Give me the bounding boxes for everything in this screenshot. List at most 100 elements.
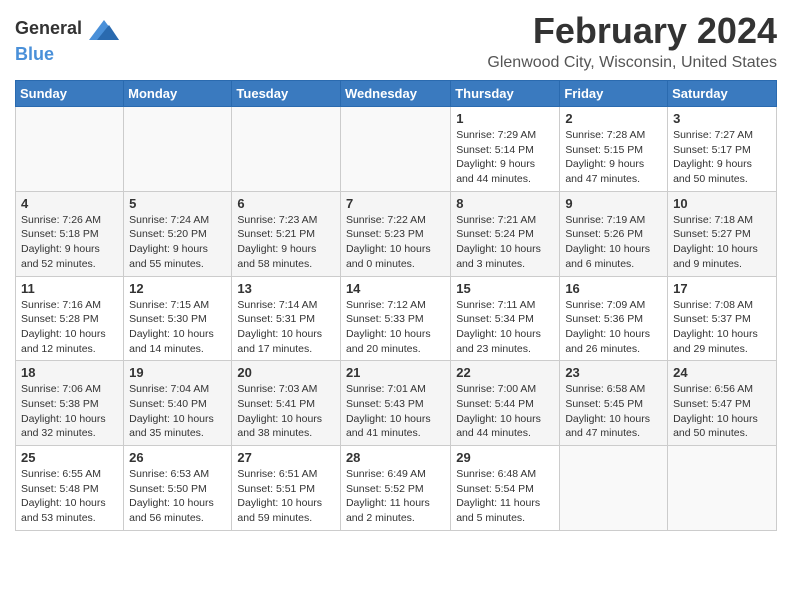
calendar-cell: 4 Sunrise: 7:26 AM Sunset: 5:18 PM Daylig…: [16, 191, 124, 276]
calendar-cell: 19 Sunrise: 7:04 AM Sunset: 5:40 PM Dayli…: [124, 361, 232, 446]
day-info: Sunrise: 6:49 AM Sunset: 5:52 PM Dayligh…: [346, 467, 445, 526]
day-number: 9: [565, 196, 662, 211]
day-number: 10: [673, 196, 771, 211]
day-number: 17: [673, 281, 771, 296]
calendar-cell: 16 Sunrise: 7:09 AM Sunset: 5:36 PM Dayli…: [560, 276, 668, 361]
day-info: Sunrise: 6:53 AM Sunset: 5:50 PM Dayligh…: [129, 467, 226, 526]
calendar-cell: 23 Sunrise: 6:58 AM Sunset: 5:45 PM Dayli…: [560, 361, 668, 446]
day-info: Sunrise: 6:55 AM Sunset: 5:48 PM Dayligh…: [21, 467, 118, 526]
day-number: 25: [21, 450, 118, 465]
calendar-week-row: 25 Sunrise: 6:55 AM Sunset: 5:48 PM Dayli…: [16, 446, 777, 531]
day-number: 19: [129, 365, 226, 380]
day-info: Sunrise: 7:22 AM Sunset: 5:23 PM Dayligh…: [346, 213, 445, 272]
calendar-cell: 15 Sunrise: 7:11 AM Sunset: 5:34 PM Dayli…: [451, 276, 560, 361]
weekday-header-tuesday: Tuesday: [232, 81, 341, 107]
calendar-cell: 17 Sunrise: 7:08 AM Sunset: 5:37 PM Dayli…: [668, 276, 777, 361]
calendar-cell: 27 Sunrise: 6:51 AM Sunset: 5:51 PM Dayli…: [232, 446, 341, 531]
location-title: Glenwood City, Wisconsin, United States: [487, 54, 777, 72]
calendar-cell: 21 Sunrise: 7:01 AM Sunset: 5:43 PM Dayli…: [340, 361, 450, 446]
day-number: 21: [346, 365, 445, 380]
calendar-cell: 14 Sunrise: 7:12 AM Sunset: 5:33 PM Dayli…: [340, 276, 450, 361]
calendar-cell: [124, 107, 232, 192]
day-info: Sunrise: 7:27 AM Sunset: 5:17 PM Dayligh…: [673, 128, 771, 187]
calendar-cell: 8 Sunrise: 7:21 AM Sunset: 5:24 PM Daylig…: [451, 191, 560, 276]
calendar-table: SundayMondayTuesdayWednesdayThursdayFrid…: [15, 80, 777, 531]
calendar-cell: 5 Sunrise: 7:24 AM Sunset: 5:20 PM Daylig…: [124, 191, 232, 276]
calendar-cell: 25 Sunrise: 6:55 AM Sunset: 5:48 PM Dayli…: [16, 446, 124, 531]
day-number: 16: [565, 281, 662, 296]
day-info: Sunrise: 7:01 AM Sunset: 5:43 PM Dayligh…: [346, 382, 445, 441]
day-info: Sunrise: 7:26 AM Sunset: 5:18 PM Dayligh…: [21, 213, 118, 272]
day-number: 12: [129, 281, 226, 296]
day-number: 14: [346, 281, 445, 296]
day-info: Sunrise: 7:23 AM Sunset: 5:21 PM Dayligh…: [237, 213, 335, 272]
calendar-cell: 6 Sunrise: 7:23 AM Sunset: 5:21 PM Daylig…: [232, 191, 341, 276]
day-info: Sunrise: 7:12 AM Sunset: 5:33 PM Dayligh…: [346, 298, 445, 357]
day-info: Sunrise: 7:18 AM Sunset: 5:27 PM Dayligh…: [673, 213, 771, 272]
day-info: Sunrise: 7:09 AM Sunset: 5:36 PM Dayligh…: [565, 298, 662, 357]
day-info: Sunrise: 7:00 AM Sunset: 5:44 PM Dayligh…: [456, 382, 554, 441]
day-number: 18: [21, 365, 118, 380]
calendar-cell: 2Sunrise: 7:28 AM Sunset: 5:15 PM Daylig…: [560, 107, 668, 192]
day-number: 4: [21, 196, 118, 211]
day-info: Sunrise: 7:16 AM Sunset: 5:28 PM Dayligh…: [21, 298, 118, 357]
day-info: Sunrise: 6:58 AM Sunset: 5:45 PM Dayligh…: [565, 382, 662, 441]
logo: General Blue: [15, 15, 119, 65]
day-number: 28: [346, 450, 445, 465]
day-info: Sunrise: 7:11 AM Sunset: 5:34 PM Dayligh…: [456, 298, 554, 357]
calendar-cell: 28 Sunrise: 6:49 AM Sunset: 5:52 PM Dayli…: [340, 446, 450, 531]
day-number: 27: [237, 450, 335, 465]
day-number: 5: [129, 196, 226, 211]
calendar-week-row: 18 Sunrise: 7:06 AM Sunset: 5:38 PM Dayli…: [16, 361, 777, 446]
day-number: 7: [346, 196, 445, 211]
calendar-cell: 13 Sunrise: 7:14 AM Sunset: 5:31 PM Dayli…: [232, 276, 341, 361]
calendar-cell: 1Sunrise: 7:29 AM Sunset: 5:14 PM Daylig…: [451, 107, 560, 192]
day-number: 13: [237, 281, 335, 296]
calendar-cell: 20 Sunrise: 7:03 AM Sunset: 5:41 PM Dayli…: [232, 361, 341, 446]
weekday-header-monday: Monday: [124, 81, 232, 107]
calendar-cell: 3Sunrise: 7:27 AM Sunset: 5:17 PM Daylig…: [668, 107, 777, 192]
day-info: Sunrise: 7:08 AM Sunset: 5:37 PM Dayligh…: [673, 298, 771, 357]
day-number: 8: [456, 196, 554, 211]
calendar-cell: [668, 446, 777, 531]
day-info: Sunrise: 7:19 AM Sunset: 5:26 PM Dayligh…: [565, 213, 662, 272]
day-info: Sunrise: 7:04 AM Sunset: 5:40 PM Dayligh…: [129, 382, 226, 441]
weekday-header-saturday: Saturday: [668, 81, 777, 107]
weekday-header-thursday: Thursday: [451, 81, 560, 107]
calendar-cell: [232, 107, 341, 192]
day-number: 6: [237, 196, 335, 211]
day-info: Sunrise: 7:24 AM Sunset: 5:20 PM Dayligh…: [129, 213, 226, 272]
calendar-week-row: 11 Sunrise: 7:16 AM Sunset: 5:28 PM Dayli…: [16, 276, 777, 361]
calendar-cell: 10 Sunrise: 7:18 AM Sunset: 5:27 PM Dayli…: [668, 191, 777, 276]
day-number: 11: [21, 281, 118, 296]
day-number: 15: [456, 281, 554, 296]
day-number: 1: [456, 111, 554, 126]
calendar-week-row: 1Sunrise: 7:29 AM Sunset: 5:14 PM Daylig…: [16, 107, 777, 192]
calendar-cell: [16, 107, 124, 192]
day-info: Sunrise: 7:28 AM Sunset: 5:15 PM Dayligh…: [565, 128, 662, 187]
calendar-cell: [340, 107, 450, 192]
day-info: Sunrise: 7:14 AM Sunset: 5:31 PM Dayligh…: [237, 298, 335, 357]
title-block: February 2024 Glenwood City, Wisconsin, …: [487, 10, 777, 72]
logo-general: General: [15, 15, 119, 45]
day-number: 24: [673, 365, 771, 380]
calendar-cell: 9 Sunrise: 7:19 AM Sunset: 5:26 PM Daylig…: [560, 191, 668, 276]
day-info: Sunrise: 6:48 AM Sunset: 5:54 PM Dayligh…: [456, 467, 554, 526]
day-info: Sunrise: 7:06 AM Sunset: 5:38 PM Dayligh…: [21, 382, 118, 441]
calendar-cell: 22Sunrise: 7:00 AM Sunset: 5:44 PM Dayli…: [451, 361, 560, 446]
calendar-cell: 24 Sunrise: 6:56 AM Sunset: 5:47 PM Dayli…: [668, 361, 777, 446]
day-number: 20: [237, 365, 335, 380]
day-info: Sunrise: 6:56 AM Sunset: 5:47 PM Dayligh…: [673, 382, 771, 441]
weekday-header-wednesday: Wednesday: [340, 81, 450, 107]
day-info: Sunrise: 6:51 AM Sunset: 5:51 PM Dayligh…: [237, 467, 335, 526]
weekday-header-friday: Friday: [560, 81, 668, 107]
calendar-cell: 18 Sunrise: 7:06 AM Sunset: 5:38 PM Dayli…: [16, 361, 124, 446]
calendar-cell: 29Sunrise: 6:48 AM Sunset: 5:54 PM Dayli…: [451, 446, 560, 531]
day-info: Sunrise: 7:15 AM Sunset: 5:30 PM Dayligh…: [129, 298, 226, 357]
month-title: February 2024: [487, 10, 777, 52]
calendar-cell: [560, 446, 668, 531]
page-header: General Blue February 2024 Glenwood City…: [15, 10, 777, 72]
day-info: Sunrise: 7:03 AM Sunset: 5:41 PM Dayligh…: [237, 382, 335, 441]
day-number: 23: [565, 365, 662, 380]
day-info: Sunrise: 7:21 AM Sunset: 5:24 PM Dayligh…: [456, 213, 554, 272]
